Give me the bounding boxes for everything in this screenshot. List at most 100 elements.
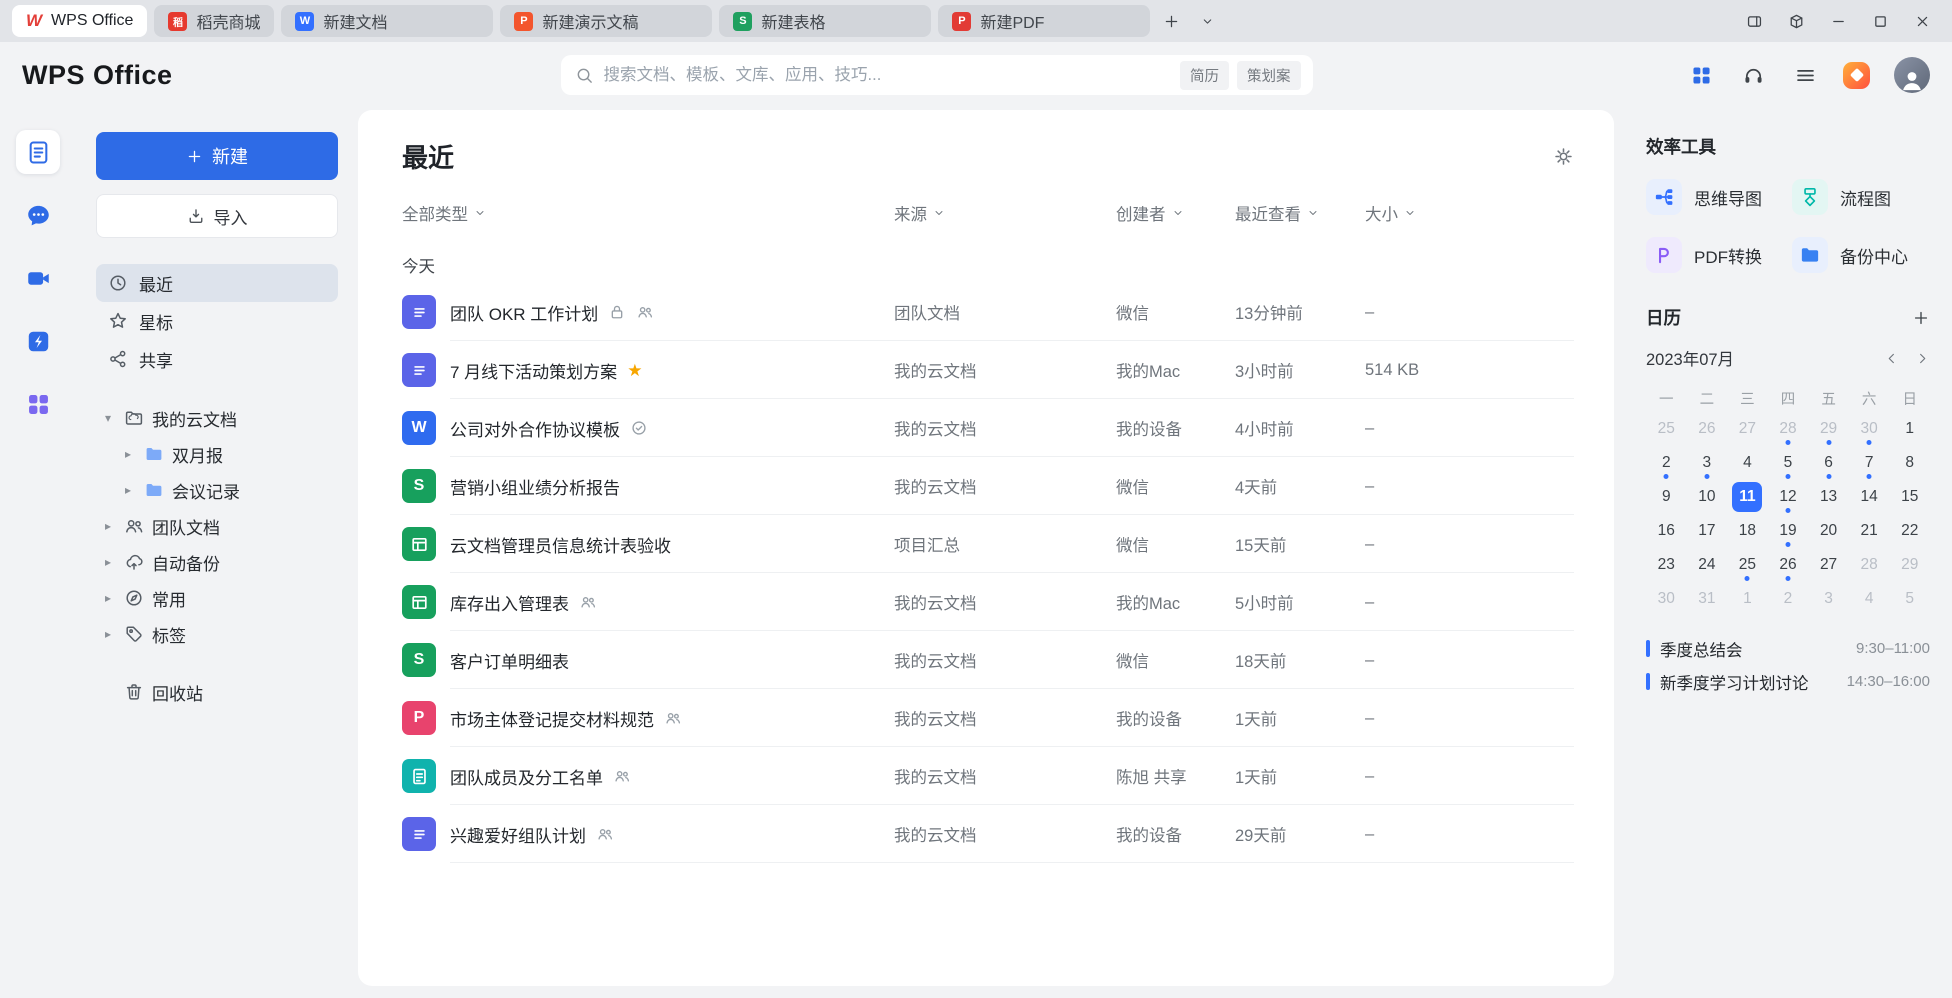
calendar-day[interactable]: 13 bbox=[1808, 480, 1849, 514]
tool-pdf-convert[interactable]: PDF转换 bbox=[1646, 237, 1784, 273]
calendar-day[interactable]: 6 bbox=[1808, 446, 1849, 480]
split-view-button[interactable] bbox=[1736, 6, 1772, 36]
tab-spreadsheet-doc[interactable]: S新建表格 bbox=[719, 5, 931, 37]
plus-icon[interactable] bbox=[1912, 309, 1930, 327]
calendar-prev-button[interactable] bbox=[1884, 351, 1899, 366]
caret-right-icon[interactable]: ▸ bbox=[100, 627, 116, 641]
tree-item[interactable]: ▸常用 bbox=[96, 580, 338, 616]
tool-flowchart[interactable]: 流程图 bbox=[1792, 179, 1930, 215]
calendar-day[interactable]: 14 bbox=[1849, 480, 1890, 514]
rail-item-apps[interactable] bbox=[16, 382, 60, 426]
calendar-day[interactable]: 24 bbox=[1687, 548, 1728, 582]
calendar-day[interactable]: 15 bbox=[1889, 480, 1930, 514]
tab-presentation-doc[interactable]: P新建演示文稿 bbox=[500, 5, 712, 37]
file-row[interactable]: 库存出入管理表我的云文档我的Mac5小时前– bbox=[402, 573, 1574, 631]
caret-right-icon[interactable]: ▸ bbox=[100, 555, 116, 569]
search-input[interactable] bbox=[604, 66, 1181, 85]
sidebar-item-trash[interactable]: 回收站 bbox=[96, 674, 338, 710]
gear-icon[interactable] bbox=[1553, 146, 1574, 167]
maximize-button[interactable] bbox=[1862, 6, 1898, 36]
tab-pdf-doc[interactable]: P新建PDF bbox=[938, 5, 1150, 37]
caret-right-icon[interactable]: ▸ bbox=[100, 519, 116, 533]
calendar-day[interactable]: 7 bbox=[1849, 446, 1890, 480]
headset-button[interactable] bbox=[1739, 61, 1767, 89]
calendar-day[interactable]: 3 bbox=[1687, 446, 1728, 480]
calendar-day[interactable]: 19 bbox=[1768, 514, 1809, 548]
calendar-day[interactable]: 30 bbox=[1849, 412, 1890, 446]
calendar-day[interactable]: 2 bbox=[1768, 582, 1809, 616]
plus-icon[interactable] bbox=[1156, 6, 1186, 36]
calendar-day[interactable]: 29 bbox=[1889, 548, 1930, 582]
workspace-button[interactable] bbox=[1778, 6, 1814, 36]
file-row[interactable]: P市场主体登记提交材料规范我的云文档我的设备1天前– bbox=[402, 689, 1574, 747]
tab-docer-store[interactable]: 稻稻壳商城 bbox=[154, 5, 274, 37]
calendar-day[interactable]: 29 bbox=[1808, 412, 1849, 446]
calendar-day[interactable]: 18 bbox=[1727, 514, 1768, 548]
event-item[interactable]: 季度总结会9:30–11:00 bbox=[1646, 632, 1930, 665]
rail-item-meetings[interactable] bbox=[16, 256, 60, 300]
search-bar[interactable]: 简历策划案 bbox=[561, 55, 1313, 95]
calendar-day[interactable]: 26 bbox=[1768, 548, 1809, 582]
rail-item-messages[interactable] bbox=[16, 193, 60, 237]
caret-right-icon[interactable]: ▸ bbox=[120, 447, 136, 461]
event-item[interactable]: 新季度学习计划讨论14:30–16:00 bbox=[1646, 665, 1930, 698]
calendar-day[interactable]: 28 bbox=[1768, 412, 1809, 446]
filter-dropdown[interactable]: 来源 bbox=[894, 201, 945, 225]
calendar-day[interactable]: 27 bbox=[1727, 412, 1768, 446]
calendar-day[interactable]: 22 bbox=[1889, 514, 1930, 548]
calendar-day[interactable]: 12 bbox=[1768, 480, 1809, 514]
calendar-day[interactable]: 26 bbox=[1687, 412, 1728, 446]
caret-right-icon[interactable]: ▸ bbox=[100, 591, 116, 605]
caret-right-icon[interactable]: ▸ bbox=[120, 483, 136, 497]
calendar-day[interactable]: 17 bbox=[1687, 514, 1728, 548]
caret-down-icon[interactable]: ▾ bbox=[100, 411, 116, 425]
import-button[interactable]: 导入 bbox=[96, 194, 338, 238]
tree-item[interactable]: ▾我的云文档 bbox=[96, 400, 338, 436]
calendar-day[interactable]: 2 bbox=[1646, 446, 1687, 480]
calendar-day[interactable]: 25 bbox=[1727, 548, 1768, 582]
minimize-button[interactable] bbox=[1820, 6, 1856, 36]
tab-writer-doc[interactable]: W新建文档 bbox=[281, 5, 493, 37]
calendar-day[interactable]: 25 bbox=[1646, 412, 1687, 446]
sidebar-item-star[interactable]: 星标 bbox=[96, 302, 338, 340]
calendar-day[interactable]: 10 bbox=[1687, 480, 1728, 514]
calendar-day[interactable]: 4 bbox=[1727, 446, 1768, 480]
new-document-button[interactable]: 新建 bbox=[96, 132, 338, 180]
calendar-day[interactable]: 16 bbox=[1646, 514, 1687, 548]
search-tag[interactable]: 策划案 bbox=[1237, 61, 1301, 90]
filter-dropdown[interactable]: 大小 bbox=[1365, 201, 1416, 225]
file-row[interactable]: 团队 OKR 工作计划团队文档微信13分钟前– bbox=[402, 283, 1574, 341]
user-avatar[interactable] bbox=[1894, 57, 1930, 93]
filter-dropdown[interactable]: 创建者 bbox=[1116, 201, 1184, 225]
tree-item[interactable]: ▸团队文档 bbox=[96, 508, 338, 544]
calendar-day[interactable]: 21 bbox=[1849, 514, 1890, 548]
filter-dropdown[interactable]: 全部类型 bbox=[402, 201, 486, 225]
sidebar-item-share[interactable]: 共享 bbox=[96, 340, 338, 378]
file-row[interactable]: 兴趣爱好组队计划我的云文档我的设备29天前– bbox=[402, 805, 1574, 863]
rail-item-documents[interactable] bbox=[16, 130, 60, 174]
calendar-day[interactable]: 9 bbox=[1646, 480, 1687, 514]
search-tag[interactable]: 简历 bbox=[1180, 61, 1229, 90]
calendar-day[interactable]: 20 bbox=[1808, 514, 1849, 548]
calendar-day[interactable]: 5 bbox=[1889, 582, 1930, 616]
file-row[interactable]: 团队成员及分工名单我的云文档陈旭 共享1天前– bbox=[402, 747, 1574, 805]
rail-item-forms[interactable] bbox=[16, 319, 60, 363]
calendar-day[interactable]: 8 bbox=[1889, 446, 1930, 480]
file-row[interactable]: S客户订单明细表我的云文档微信18天前– bbox=[402, 631, 1574, 689]
file-row[interactable]: W公司对外合作协议模板我的云文档我的设备4小时前– bbox=[402, 399, 1574, 457]
menu-button[interactable] bbox=[1791, 61, 1819, 89]
tree-item[interactable]: ▸会议记录 bbox=[96, 472, 338, 508]
filter-dropdown[interactable]: 最近查看 bbox=[1235, 201, 1319, 225]
tool-backup[interactable]: 备份中心 bbox=[1792, 237, 1930, 273]
calendar-day[interactable]: 1 bbox=[1727, 582, 1768, 616]
calendar-day[interactable]: 3 bbox=[1808, 582, 1849, 616]
tool-mindmap[interactable]: 思维导图 bbox=[1646, 179, 1784, 215]
calendar-day[interactable]: 23 bbox=[1646, 548, 1687, 582]
calendar-day[interactable]: 4 bbox=[1849, 582, 1890, 616]
tree-item[interactable]: ▸自动备份 bbox=[96, 544, 338, 580]
calendar-next-button[interactable] bbox=[1915, 351, 1930, 366]
calendar-day[interactable]: 27 bbox=[1808, 548, 1849, 582]
tree-item[interactable]: ▸标签 bbox=[96, 616, 338, 652]
calendar-day[interactable]: 5 bbox=[1768, 446, 1809, 480]
member-center-icon[interactable] bbox=[1843, 62, 1870, 89]
